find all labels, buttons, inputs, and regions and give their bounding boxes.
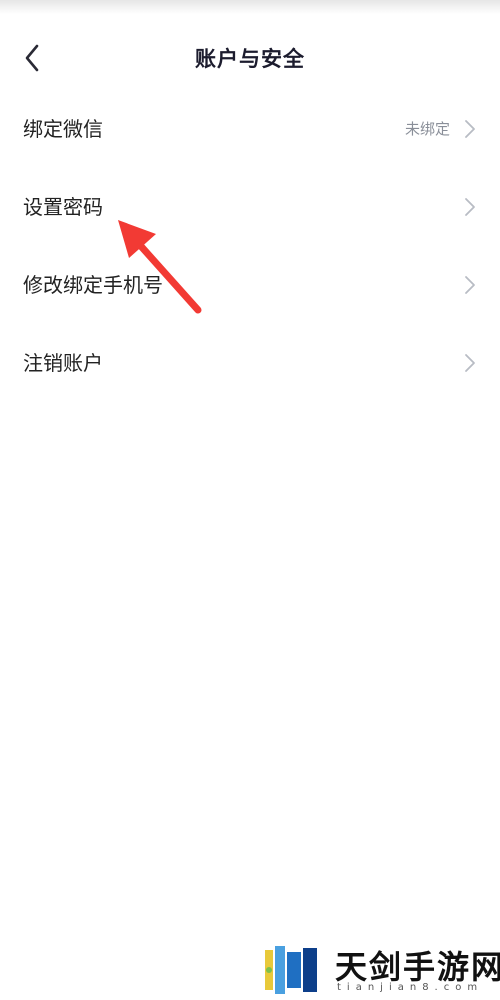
red-pointer-arrow-icon — [118, 220, 202, 314]
menu-item-label: 注销账户 — [23, 351, 103, 375]
status-bar-shadow — [0, 0, 500, 14]
chevron-right-icon — [465, 198, 475, 216]
menu-item-set-password[interactable]: 设置密码 — [0, 168, 500, 246]
chevron-right-icon — [465, 120, 475, 138]
chevron-right-icon — [465, 276, 475, 294]
menu-item-label: 设置密码 — [23, 195, 103, 219]
tianjian-logo-icon — [265, 946, 317, 994]
menu-item-bind-wechat[interactable]: 绑定微信 未绑定 — [0, 90, 500, 168]
chevron-right-icon — [465, 354, 475, 372]
menu-item-label: 绑定微信 — [23, 117, 103, 141]
nav-header: 账户与安全 — [0, 30, 500, 88]
watermark-domain: tianjian8.com — [337, 982, 484, 993]
settings-list: 绑定微信 未绑定 设置密码 修改绑定手机号 注销账户 — [0, 90, 500, 402]
page-title: 账户与安全 — [195, 47, 305, 71]
account-security-screen: 账户与安全 绑定微信 未绑定 设置密码 修改绑定手机号 注销账户 天剑手游网 t… — [0, 0, 500, 1000]
watermark-logo: 天剑手游网 tianjian8.com — [255, 938, 500, 998]
wechat-binding-status: 未绑定 — [404, 120, 450, 138]
menu-item-delete-account[interactable]: 注销账户 — [0, 324, 500, 402]
menu-item-change-phone[interactable]: 修改绑定手机号 — [0, 246, 500, 324]
